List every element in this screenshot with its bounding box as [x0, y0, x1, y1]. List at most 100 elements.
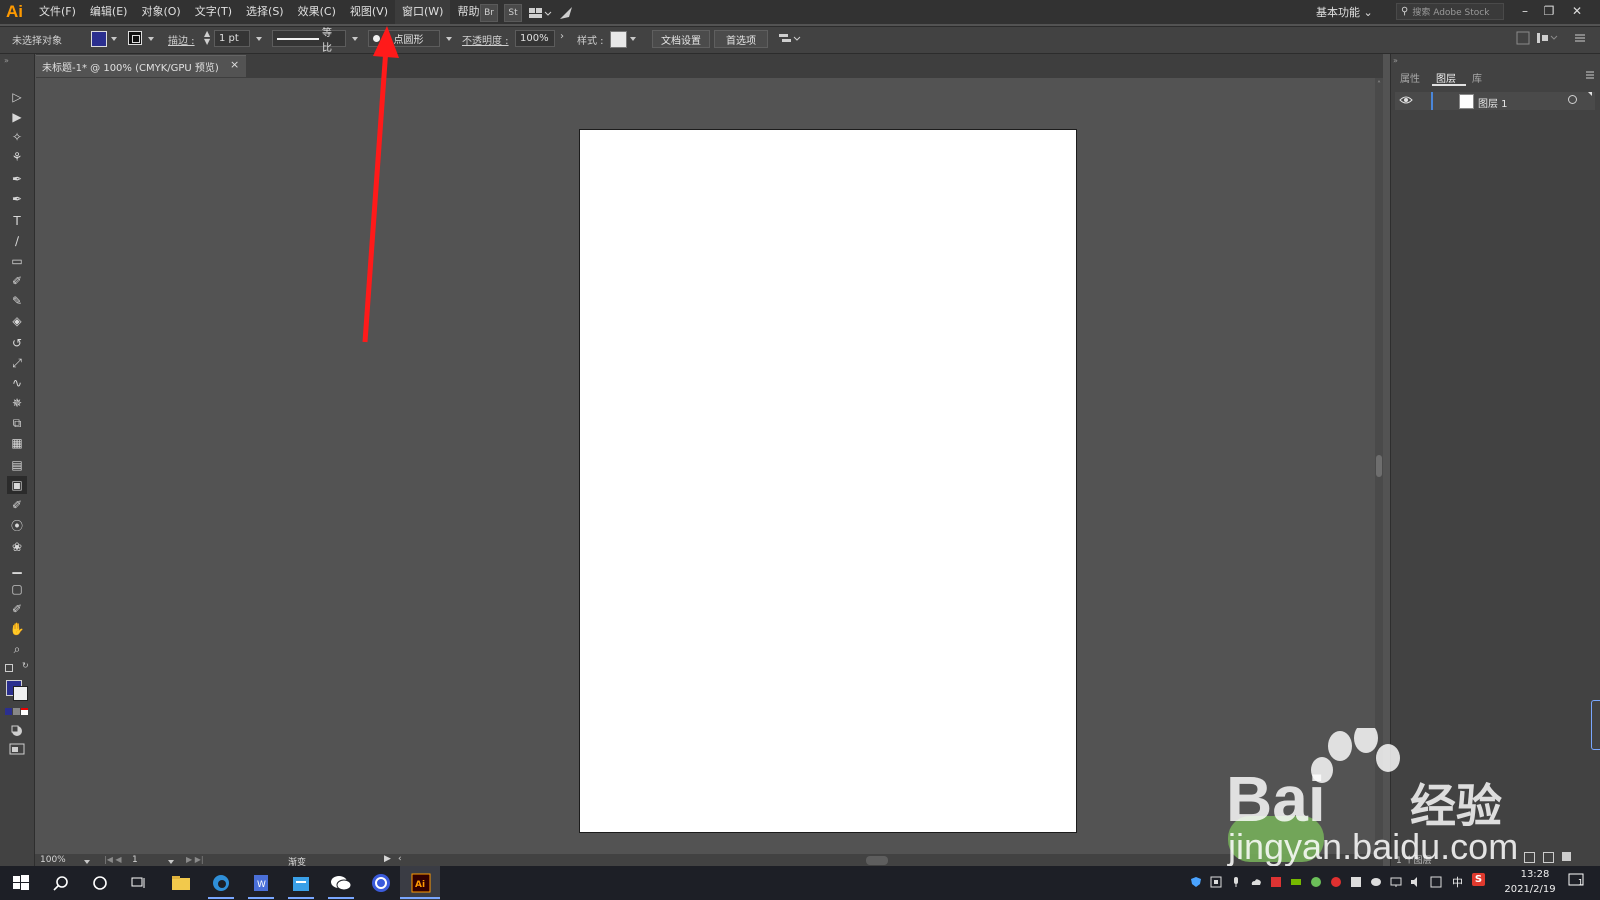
clock-time[interactable]: 13:28 [1510, 869, 1560, 880]
scroll-up-icon[interactable]: ˄ [1377, 80, 1381, 89]
minimize-button[interactable]: – [1514, 2, 1536, 20]
wechat-tray-icon[interactable] [1370, 876, 1382, 888]
menu-type[interactable]: 文字(T) [188, 0, 239, 24]
layer-target-icon[interactable] [1568, 95, 1577, 104]
menu-window[interactable]: 窗口(W) [394, 0, 451, 24]
stroke-color-swatch[interactable] [128, 31, 142, 45]
clock-date[interactable]: 2021/2/19 [1500, 884, 1560, 895]
horizontal-scrollbar-thumb[interactable] [866, 856, 888, 865]
app-tray-icon[interactable] [1270, 876, 1282, 888]
volume-icon[interactable] [1410, 876, 1422, 888]
wechat-icon[interactable] [328, 870, 354, 896]
warp-tool-icon[interactable]: ∿ [7, 374, 27, 392]
opacity-label[interactable]: 不透明度 : [462, 32, 509, 47]
menu-object[interactable]: 对象(O) [134, 0, 187, 24]
menu-view[interactable]: 视图(V) [343, 0, 395, 24]
screen-mode-icon[interactable] [9, 742, 25, 756]
chevron-down-icon[interactable] [148, 37, 154, 41]
cloud-icon[interactable] [1250, 876, 1262, 888]
ime-indicator[interactable]: 中 [1452, 874, 1463, 890]
artboard-nav-last-icon[interactable]: ▶ ▶| [186, 855, 204, 864]
eye-visibility-icon[interactable] [1399, 94, 1413, 106]
menu-select[interactable]: 选择(S) [239, 0, 291, 24]
word-app-icon[interactable]: W [248, 870, 274, 896]
graph-tool-icon[interactable]: ▁ [7, 558, 27, 576]
artboard-number[interactable]: 1 [132, 855, 138, 865]
shield-icon[interactable] [1190, 876, 1202, 888]
new-sublayer-icon[interactable] [1524, 852, 1535, 863]
artboard[interactable] [579, 129, 1077, 833]
mesh-tool-icon[interactable]: ▤ [7, 456, 27, 474]
artboard-tool-icon[interactable]: ▢ [7, 580, 27, 598]
status-menu-icon[interactable]: ▶ [384, 854, 391, 864]
stroke-weight-input[interactable]: 1 pt [214, 30, 250, 47]
tab-properties[interactable]: 属性 [1400, 70, 1420, 85]
perspective-grid-tool-icon[interactable]: ▦ [7, 434, 27, 452]
menu-file[interactable]: 文件(F) [32, 0, 83, 24]
store-app-icon[interactable] [288, 870, 314, 896]
draw-mode-icon[interactable] [10, 724, 24, 738]
stroke-label[interactable]: 描边 : [168, 32, 195, 47]
layer-name[interactable]: 图层 1 [1478, 95, 1508, 110]
type-tool-icon[interactable]: T [7, 212, 27, 230]
tab-libraries[interactable]: 库 [1472, 70, 1482, 85]
panel-menu-icon[interactable] [1585, 70, 1595, 80]
file-explorer-icon[interactable] [168, 870, 194, 896]
arrange-icon[interactable] [778, 31, 802, 47]
panel-menu-icon[interactable] [1574, 32, 1586, 44]
stroke-stepper-icon[interactable]: ▲ ▼ [204, 30, 212, 46]
magic-wand-tool-icon[interactable]: ✧ [7, 128, 27, 146]
close-tab-button[interactable]: × [230, 58, 239, 71]
chevron-down-icon[interactable] [168, 860, 174, 864]
bridge-button[interactable]: Br [480, 4, 498, 22]
chevron-down-icon[interactable] [256, 37, 262, 41]
artboard-nav-first-icon[interactable]: |◀ ◀ [104, 855, 122, 864]
color-mode-icons[interactable] [5, 708, 28, 715]
document-tab[interactable]: 未标题-1* @ 100% (CMYK/GPU 预览) [36, 55, 246, 77]
network-icon[interactable] [1390, 876, 1402, 888]
gradient-tool-icon[interactable]: ▣ [7, 476, 27, 494]
blend-tool-icon[interactable]: ⦿ [7, 516, 27, 534]
stock-search-input[interactable]: ⚲ 搜索 Adobe Stock [1396, 3, 1504, 20]
default-colors-icon[interactable] [5, 664, 13, 672]
task-view-icon[interactable] [126, 870, 152, 896]
chevron-down-icon[interactable] [630, 37, 636, 41]
lasso-tool-icon[interactable]: ⚘ [7, 148, 27, 166]
arrange-documents-icon[interactable] [528, 5, 552, 21]
graphic-style-swatch[interactable] [610, 31, 627, 48]
chevron-down-icon[interactable] [111, 37, 117, 41]
app-tray-icon[interactable] [1310, 876, 1322, 888]
pen-tool-icon[interactable]: ✒ [7, 170, 27, 188]
chevron-down-icon[interactable] [84, 860, 90, 864]
scale-tool-icon[interactable]: ⤢ [7, 354, 27, 372]
baidu-netdisk-icon[interactable] [368, 870, 394, 896]
collapse-icon[interactable]: » [4, 56, 9, 65]
align-icon[interactable] [1516, 31, 1530, 45]
paintbrush-tool-icon[interactable]: ✐ [7, 272, 27, 290]
shape-builder-tool-icon[interactable]: ⧉ [7, 414, 27, 432]
variable-width-profile[interactable]: 等比 [272, 28, 346, 54]
eyedropper-tool-icon[interactable]: ✐ [7, 496, 27, 514]
stock-button[interactable]: St [504, 4, 522, 22]
collapse-icon[interactable]: » [1393, 56, 1398, 65]
restore-button[interactable]: ❐ [1538, 2, 1560, 20]
rectangle-tool-icon[interactable]: ▭ [7, 252, 27, 270]
preferences-button[interactable]: 首选项 [714, 30, 768, 48]
app-tray-icon[interactable] [1330, 876, 1342, 888]
toolbox-stroke-swatch[interactable] [13, 686, 28, 701]
symbol-sprayer-tool-icon[interactable]: ❀ [7, 538, 27, 556]
tab-layers[interactable]: 图层 [1436, 70, 1456, 85]
line-tool-icon[interactable]: ∕ [7, 232, 27, 250]
microphone-icon[interactable] [1230, 876, 1242, 888]
zoom-tool-icon[interactable]: ⌕ [7, 640, 27, 658]
document-setup-button[interactable]: 文档设置 [652, 30, 710, 48]
fill-color-swatch[interactable] [91, 31, 107, 47]
app-tray-icon[interactable] [1350, 876, 1362, 888]
new-layer-icon[interactable] [1543, 852, 1554, 863]
close-window-button[interactable]: ✕ [1566, 2, 1588, 20]
puppet-warp-tool-icon[interactable]: ✵ [7, 394, 27, 412]
curvature-tool-icon[interactable]: ✒ [7, 190, 27, 208]
notification-center[interactable]: 1 [1568, 872, 1586, 888]
chevron-down-icon[interactable] [446, 37, 452, 41]
illustrator-app-icon[interactable]: Ai [408, 870, 434, 896]
